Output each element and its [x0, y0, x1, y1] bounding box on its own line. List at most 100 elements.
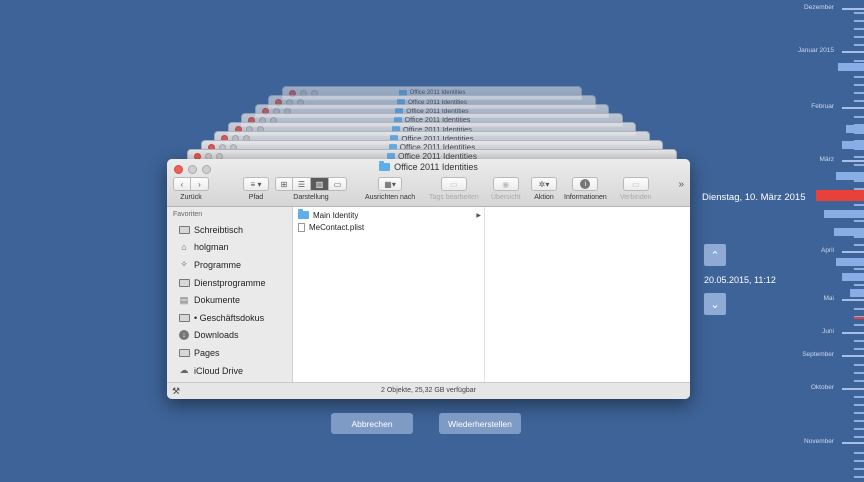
path-group: ≡ ▾ Pfad [243, 177, 269, 201]
box-shape [178, 348, 190, 357]
timeline-tick [854, 60, 864, 62]
sidebar-item-2[interactable]: ✧ Programme [167, 256, 292, 274]
timeline-month-label[interactable]: November [804, 438, 834, 445]
info-label: Informationen [564, 194, 607, 201]
tags-group: ▭ Tags bearbeiten [429, 177, 479, 201]
sidebar-item-label: Schreibtisch [194, 224, 244, 235]
timeline-month-tick [842, 51, 864, 53]
sidebar-item-1[interactable]: ⌂ holgman [167, 239, 292, 257]
timeline-tick [854, 236, 864, 238]
timeline-snapshot-bar[interactable] [842, 141, 864, 149]
timeline-month-label[interactable]: Juni [822, 328, 834, 335]
timeline-snapshot-bar[interactable] [850, 289, 864, 297]
earlier-button[interactable]: ⌃ [704, 244, 726, 266]
timeline-month-tick [842, 299, 864, 301]
timeline-tick [854, 436, 864, 438]
icon-view-button[interactable]: ⊞ [275, 177, 293, 191]
list-icon: ☰ [297, 179, 306, 189]
folder-icon [379, 161, 391, 171]
coverflow-view-button[interactable]: ▭ [329, 177, 347, 191]
timeline-tick [854, 100, 864, 102]
timeline-month-tick [842, 107, 864, 109]
coverflow-icon: ▭ [333, 179, 342, 189]
back-label: Zurück [180, 194, 202, 201]
timeline-snapshot-bar[interactable] [834, 228, 864, 236]
timeline-tick [854, 220, 864, 222]
timeline-tick [854, 412, 864, 414]
list-item[interactable]: Main Identity ▶ [293, 209, 484, 221]
forward-button[interactable]: › [191, 177, 209, 191]
column-view-button[interactable]: ▥ [311, 177, 329, 191]
folder-icon [178, 278, 190, 288]
back-button[interactable]: ‹ [173, 177, 191, 191]
folder-icon [298, 209, 309, 219]
finder-content: Favoriten Schreibtisch ⌂ holgman ✧ Programme… [167, 207, 690, 382]
title-bar: Office 2011 Identities ‹ › Zurück ≡ ▾ Pf… [167, 159, 690, 207]
timeline-month-label[interactable]: September [802, 351, 834, 358]
window-title: Office 2011 Identities [167, 161, 690, 172]
box-shape [178, 313, 190, 322]
timeline-tick [854, 28, 864, 30]
later-button[interactable]: ⌄ [704, 293, 726, 315]
overview-group: ◉ Übersicht [491, 177, 521, 201]
sidebar-item-3[interactable]: Dienstprogramme [167, 274, 292, 292]
connect-button[interactable]: ▭ [622, 177, 649, 191]
tags-label: Tags bearbeiten [429, 194, 479, 201]
restore-button[interactable]: Wiederherstellen [439, 413, 521, 434]
view-group: ⊞ ☰ ▥ ▭ Darstellung [275, 177, 347, 201]
sidebar-item-4[interactable]: ▤ Dokumente [167, 291, 292, 309]
list-view-button[interactable]: ☰ [293, 177, 311, 191]
quicklook-button[interactable]: ◉ [492, 177, 519, 191]
window-title-text: Office 2011 Identities [394, 162, 478, 172]
action-label: Aktion [534, 194, 554, 201]
tags-button[interactable]: ▭ [440, 177, 467, 191]
timeline-month-tick [842, 355, 864, 357]
disclosure-arrow-icon: ▶ [476, 212, 481, 219]
status-text: 2 Objekte, 25,32 GB verfügbar [381, 387, 476, 394]
sidebar-item-label: • Geschäftsdokus [194, 312, 265, 323]
sidebar-item-8[interactable]: ☁ iCloud Drive [167, 362, 292, 380]
timeline-month-label[interactable]: März [820, 156, 834, 163]
sidebar-item-5[interactable]: • Geschäftsdokus [167, 309, 292, 327]
list-item[interactable]: MeContact.plist [293, 221, 484, 233]
cloud-icon: ☁ [179, 365, 189, 376]
timeline-month-label[interactable]: Februar [811, 103, 834, 110]
arrange-group: ▦▾ Ausrichten nach [365, 177, 415, 201]
columns-icon: ▥ [315, 179, 324, 189]
chevron-up-icon: ⌃ [710, 249, 720, 262]
timeline-snapshot-bar[interactable] [838, 63, 864, 71]
timeline-month-label[interactable]: Dezember [804, 4, 834, 11]
overview-label: Übersicht [491, 194, 521, 201]
timeline-snapshot-bar[interactable] [842, 273, 864, 281]
toolbar-overflow-button[interactable]: » [678, 179, 684, 190]
chevron-right-icon: › [198, 179, 201, 189]
sidebar-item-0[interactable]: Schreibtisch [167, 221, 292, 239]
sidebar-item-6[interactable]: ↓ Downloads [167, 327, 292, 345]
timeline-snapshot-bar[interactable] [846, 125, 864, 133]
grid-icon: ⊞ [280, 179, 288, 189]
timeline-snapshot-bar[interactable] [836, 172, 864, 180]
timeline-current-marker[interactable] [816, 190, 864, 201]
applications-icon: ✧ [180, 259, 188, 270]
timeline-snapshot-bar[interactable] [824, 210, 864, 218]
sidebar-item-label: Downloads [194, 330, 239, 341]
info-button[interactable]: i [572, 177, 599, 191]
documents-icon: ▤ [179, 294, 189, 305]
tools-icon[interactable]: ⚒ [172, 383, 180, 399]
timeline-month-label[interactable]: Oktober [811, 384, 834, 391]
download-glyph: ↓ [179, 330, 189, 341]
path-button[interactable]: ≡ ▾ [243, 177, 269, 191]
chevron-left-icon: ‹ [180, 179, 184, 189]
action-button[interactable]: ✲▾ [531, 177, 557, 191]
arrange-button[interactable]: ▦▾ [378, 177, 403, 191]
sidebar-item-label: iCloud Drive [194, 365, 244, 376]
info-group: i Informationen [564, 177, 607, 201]
timeline-tick [854, 76, 864, 78]
timeline-month-label[interactable]: April [821, 247, 834, 254]
timeline-month-label[interactable]: Januar 2015 [798, 47, 834, 54]
home-icon: ⌂ [181, 242, 187, 253]
timeline-snapshot-bar[interactable] [836, 258, 864, 266]
sidebar-item-7[interactable]: Pages [167, 344, 292, 362]
timeline-month-label[interactable]: Mai [824, 295, 834, 302]
cancel-button[interactable]: Abbrechen [331, 413, 413, 434]
